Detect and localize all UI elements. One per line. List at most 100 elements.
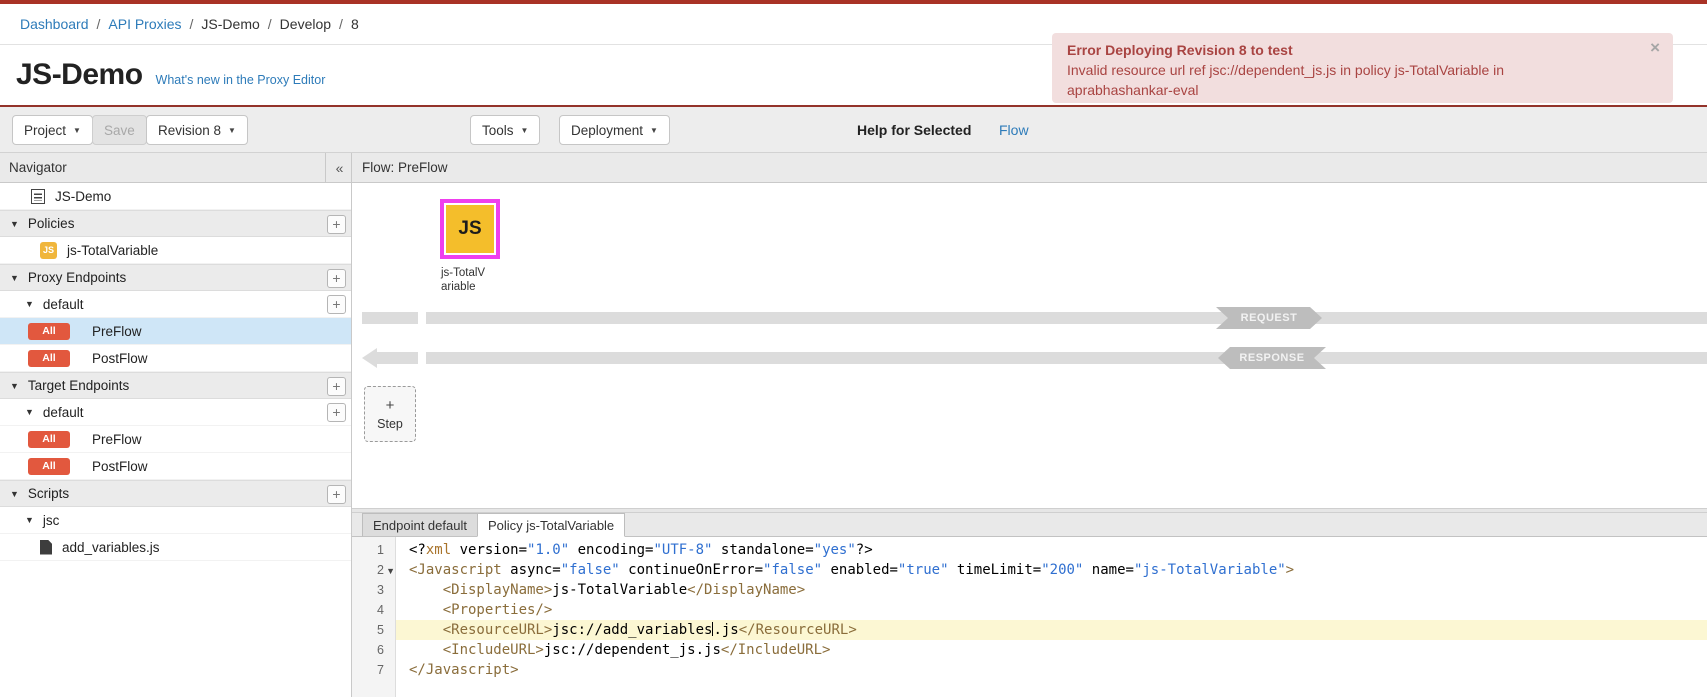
code-line-4[interactable]: 4 <Properties/> (352, 600, 1707, 620)
code-token: enabled= (822, 562, 898, 578)
tab-endpoint-default[interactable]: Endpoint default (362, 513, 478, 537)
page-title: JS-Demo (16, 58, 143, 92)
code-token: </IncludeURL> (721, 642, 831, 658)
add-button[interactable]: + (327, 215, 346, 234)
nav-section-target-endpoints[interactable]: ▼Target Endpoints+ (0, 372, 351, 399)
code-line-2[interactable]: 2▼<Javascript async="false" continueOnEr… (352, 560, 1707, 580)
response-flow-label: RESPONSE (1218, 347, 1326, 369)
nav-flow-postflow[interactable]: AllPostFlow (0, 453, 351, 480)
chevron-down-icon: ▼ (73, 126, 81, 135)
navigator-header: Navigator « (0, 153, 351, 183)
add-button[interactable]: + (327, 269, 346, 288)
breadcrumb-item-8: 8 (351, 16, 359, 32)
flow-header: Flow: PreFlow (352, 153, 1707, 183)
line-number: 3 (352, 580, 396, 600)
deployment-menu-label: Deployment (571, 123, 643, 138)
all-conditions-badge: All (28, 350, 70, 367)
save-button[interactable]: Save (92, 115, 147, 145)
collapse-panel-button[interactable]: « (325, 153, 351, 182)
nav-item-label: js-TotalVariable (67, 243, 158, 258)
code-token: jsc://dependent_js.js (544, 642, 721, 658)
code-line-content: <DisplayName>js-TotalVariable</DisplayNa… (396, 580, 1707, 600)
add-step-label: Step (377, 417, 403, 431)
code-line-1[interactable]: 1<?xml version="1.0" encoding="UTF-8" st… (352, 540, 1707, 560)
error-notification-message: Invalid resource url ref jsc://dependent… (1067, 60, 1633, 80)
fold-toggle-icon[interactable]: ▼ (386, 561, 395, 581)
code-token: "false" (763, 562, 822, 578)
line-number: 4 (352, 600, 396, 620)
policy-node-js-totalvariable[interactable]: JS (440, 199, 500, 259)
nav-folder-label: default (43, 297, 84, 312)
nav-folder-default[interactable]: ▼default+ (0, 399, 351, 426)
code-editor-panel: Endpoint defaultPolicy js-TotalVariable … (352, 513, 1707, 697)
code-editor[interactable]: 1<?xml version="1.0" encoding="UTF-8" st… (352, 537, 1707, 697)
code-token: jsc://add_variables (552, 622, 712, 638)
nav-section-proxy-endpoints[interactable]: ▼ Proxy Endpoints + (0, 264, 351, 291)
revision-menu-label: Revision 8 (158, 123, 221, 138)
chevron-expanded-icon: ▼ (25, 299, 34, 309)
code-token: version= (451, 542, 527, 558)
code-line-6[interactable]: 6 <IncludeURL>jsc://dependent_js.js</Inc… (352, 640, 1707, 660)
code-line-content: <IncludeURL>jsc://dependent_js.js</Inclu… (396, 640, 1707, 660)
breadcrumb-item-develop: Develop (280, 16, 331, 32)
code-token: <DisplayName> (443, 582, 553, 598)
tools-menu-label: Tools (482, 123, 514, 138)
deployment-menu-button[interactable]: Deployment ▼ (559, 115, 670, 145)
code-token: "yes" (814, 542, 856, 558)
chevron-expanded-icon: ▼ (10, 489, 19, 499)
whats-new-link[interactable]: What's new in the Proxy Editor (156, 73, 326, 87)
tools-menu-button[interactable]: Tools ▼ (470, 115, 540, 145)
nav-flow-preflow[interactable]: AllPreFlow (0, 426, 351, 453)
nav-flow-label: PostFlow (92, 351, 148, 366)
close-icon[interactable]: × (1650, 39, 1660, 56)
line-number: 6 (352, 640, 396, 660)
code-token: <IncludeURL> (443, 642, 544, 658)
chevron-down-icon: ▼ (228, 126, 236, 135)
add-step-button[interactable]: + Step (364, 386, 416, 442)
nav-folder-jsc[interactable]: ▼ jsc (0, 507, 351, 534)
code-line-content: <Javascript async="false" continueOnErro… (396, 560, 1707, 580)
add-button[interactable]: + (327, 403, 346, 422)
code-token: > (1286, 562, 1294, 578)
project-menu-label: Project (24, 123, 66, 138)
code-line-5[interactable]: 5 <ResourceURL>jsc://add_variables.js</R… (352, 620, 1707, 640)
navigator-panel: Navigator « JS-Demo▼Policies+ JS js-TotalV… (0, 153, 352, 697)
code-token: </Javascript> (409, 662, 519, 678)
nav-flow-label: PreFlow (92, 432, 142, 447)
nav-flow-postflow[interactable]: All PostFlow (0, 345, 351, 372)
revision-menu-button[interactable]: Revision 8 ▼ (146, 115, 248, 145)
nav-folder-default[interactable]: ▼ default + (0, 291, 351, 318)
js-policy-icon: JS (40, 242, 57, 259)
plus-icon: + (386, 398, 395, 413)
code-token: </DisplayName> (687, 582, 805, 598)
add-button[interactable]: + (327, 377, 346, 396)
code-line-7[interactable]: 7</Javascript> (352, 660, 1707, 680)
nav-item-js-demo[interactable]: JS-Demo (0, 183, 351, 210)
nav-item-js-totalvariable[interactable]: JS js-TotalVariable (0, 237, 351, 264)
add-button[interactable]: + (327, 485, 346, 504)
error-notification-title: Error Deploying Revision 8 to test (1067, 41, 1633, 60)
nav-section-label: Proxy Endpoints (28, 270, 126, 285)
code-lines: 1<?xml version="1.0" encoding="UTF-8" st… (352, 537, 1707, 680)
navigator-header-label: Navigator (9, 160, 67, 175)
nav-section-label: Scripts (28, 486, 69, 501)
code-token (409, 602, 443, 618)
code-line-3[interactable]: 3 <DisplayName>js-TotalVariable</Display… (352, 580, 1707, 600)
code-token: <Javascript (409, 562, 502, 578)
project-menu-button[interactable]: Project ▼ (12, 115, 93, 145)
nav-section-scripts[interactable]: ▼ Scripts + (0, 480, 351, 507)
breadcrumb-item-dashboard[interactable]: Dashboard (20, 16, 89, 32)
nav-flow-preflow[interactable]: AllPreFlow (0, 318, 351, 345)
code-token: <? (409, 542, 426, 558)
nav-item-add-variables.js[interactable]: add_variables.js (0, 534, 351, 561)
breadcrumb-item-api-proxies[interactable]: API Proxies (108, 16, 181, 32)
code-token: "false" (561, 562, 620, 578)
chevron-expanded-icon: ▼ (25, 515, 34, 525)
tab-policy-js-totalvariable[interactable]: Policy js-TotalVariable (477, 513, 625, 537)
add-button[interactable]: + (327, 295, 346, 314)
nav-folder-label: jsc (43, 513, 60, 528)
nav-section-policies[interactable]: ▼Policies+ (0, 210, 351, 237)
code-token: timeLimit= (949, 562, 1042, 578)
chevron-expanded-icon: ▼ (10, 273, 19, 283)
help-flow-link[interactable]: Flow (999, 107, 1029, 152)
